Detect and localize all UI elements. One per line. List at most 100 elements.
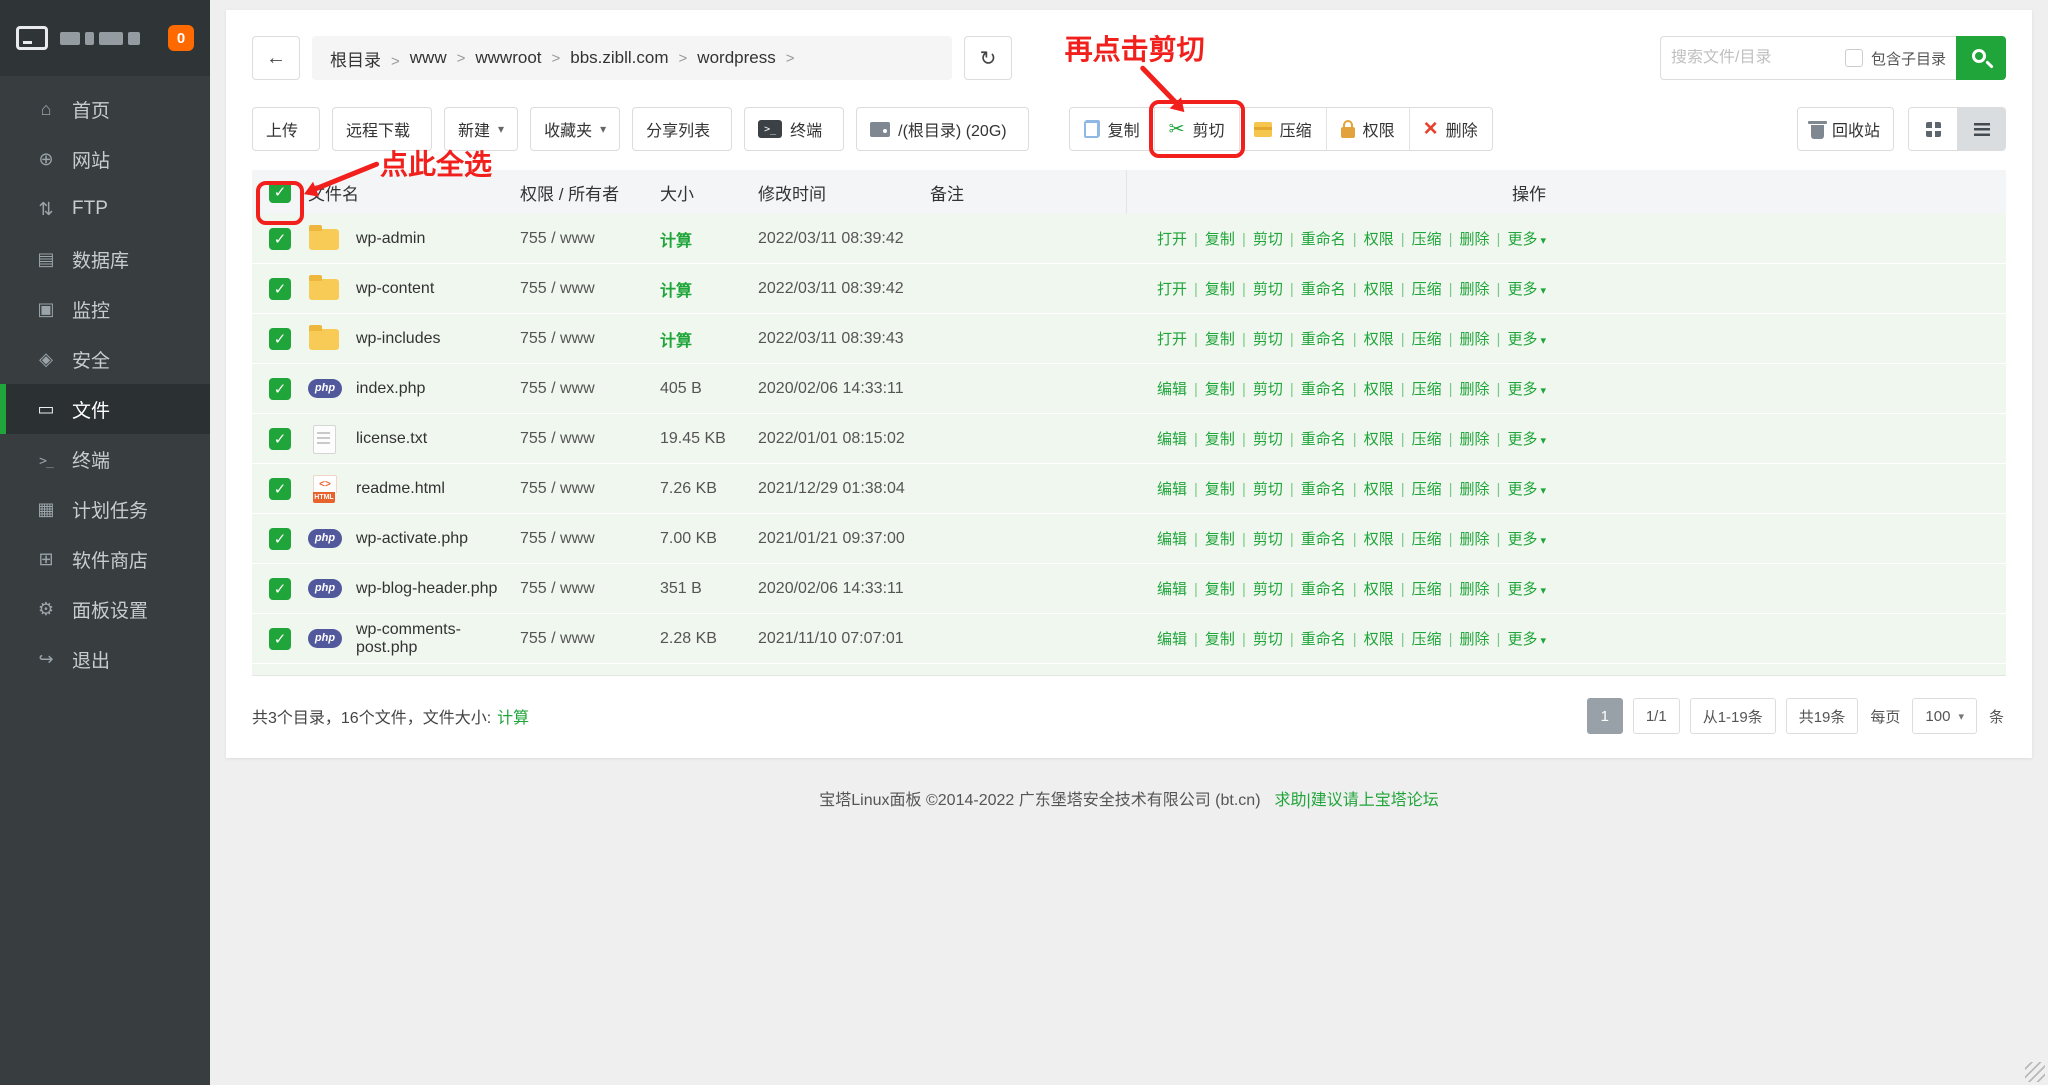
file-name[interactable]: wp-content: [356, 280, 434, 298]
row-action-link[interactable]: 打开: [1157, 228, 1187, 249]
row-action-link[interactable]: 删除: [1442, 328, 1490, 349]
file-action-button[interactable]: 剪切 再点击剪切: [1154, 108, 1239, 150]
row-action-link[interactable]: 压缩: [1394, 578, 1442, 599]
row-action-link[interactable]: 权限: [1346, 378, 1394, 399]
row-action-link[interactable]: 剪切: [1235, 328, 1283, 349]
message-count-badge[interactable]: 0: [168, 25, 194, 51]
sidebar-item[interactable]: 安全: [0, 334, 210, 384]
row-action-link[interactable]: 权限: [1346, 528, 1394, 549]
file-action-button[interactable]: 复制 再点击剪切: [1070, 108, 1154, 150]
recycle-bin-button[interactable]: 回收站: [1797, 107, 1894, 151]
row-action-link[interactable]: 剪切: [1235, 628, 1283, 649]
row-action-link[interactable]: 编辑: [1157, 578, 1187, 599]
row-checkbox-checked[interactable]: [269, 428, 291, 450]
file-action-button[interactable]: 删除 再点击剪切: [1409, 108, 1492, 150]
row-checkbox-checked[interactable]: [269, 478, 291, 500]
row-action-link[interactable]: 重命名: [1283, 278, 1346, 299]
file-name[interactable]: license.txt: [356, 430, 427, 448]
row-action-link[interactable]: 压缩: [1394, 378, 1442, 399]
row-action-link[interactable]: 权限: [1346, 478, 1394, 499]
row-action-link[interactable]: 压缩: [1394, 528, 1442, 549]
row-action-link[interactable]: 重命名: [1283, 378, 1346, 399]
breadcrumb-item[interactable]: 根目录: [330, 46, 400, 71]
row-action-link[interactable]: 复制: [1187, 628, 1235, 649]
back-button[interactable]: ←: [252, 36, 300, 80]
row-action-link[interactable]: 编辑: [1157, 628, 1187, 649]
row-action-link[interactable]: 更多: [1490, 628, 1546, 649]
row-checkbox-checked[interactable]: [269, 528, 291, 550]
breadcrumb-item[interactable]: bbs.zibll.com: [570, 48, 687, 68]
file-size[interactable]: 405 B: [660, 380, 758, 398]
sidebar-item[interactable]: 数据库: [0, 234, 210, 284]
toolbar-button[interactable]: 上传: [252, 107, 320, 151]
pagination-current-page[interactable]: 1: [1587, 698, 1623, 734]
toolbar-button[interactable]: /(根目录) (20G): [856, 107, 1028, 151]
row-action-link[interactable]: 重命名: [1283, 328, 1346, 349]
row-action-link[interactable]: 更多: [1490, 478, 1546, 499]
row-action-link[interactable]: 删除: [1442, 578, 1490, 599]
resize-grip[interactable]: [2025, 1062, 2045, 1082]
row-action-link[interactable]: 编辑: [1157, 528, 1187, 549]
toolbar-button[interactable]: 终端: [744, 107, 844, 151]
breadcrumb-item[interactable]: wwwroot: [475, 48, 560, 68]
file-size[interactable]: 计算: [660, 227, 758, 251]
row-action-link[interactable]: 删除: [1442, 428, 1490, 449]
row-action-link[interactable]: 更多: [1490, 428, 1546, 449]
row-action-link[interactable]: 重命名: [1283, 478, 1346, 499]
row-action-link[interactable]: 重命名: [1283, 428, 1346, 449]
row-action-link[interactable]: 压缩: [1394, 628, 1442, 649]
row-checkbox-checked[interactable]: [269, 328, 291, 350]
row-action-link[interactable]: 重命名: [1283, 628, 1346, 649]
row-action-link[interactable]: 删除: [1442, 228, 1490, 249]
file-name[interactable]: index.php: [356, 380, 425, 398]
file-name[interactable]: wp-admin: [356, 230, 425, 248]
sidebar-item[interactable]: 软件商店: [0, 534, 210, 584]
row-action-link[interactable]: 压缩: [1394, 328, 1442, 349]
file-name[interactable]: wp-includes: [356, 330, 440, 348]
row-action-link[interactable]: 权限: [1346, 278, 1394, 299]
row-action-link[interactable]: 删除: [1442, 278, 1490, 299]
select-all-checkbox[interactable]: [269, 181, 291, 203]
row-action-link[interactable]: 重命名: [1283, 528, 1346, 549]
row-action-link[interactable]: 打开: [1157, 278, 1187, 299]
row-checkbox-checked[interactable]: [269, 378, 291, 400]
calc-size-link[interactable]: 计算: [497, 710, 529, 727]
row-action-link[interactable]: 剪切: [1235, 278, 1283, 299]
row-action-link[interactable]: 更多: [1490, 528, 1546, 549]
file-name[interactable]: wp-comments-post.php: [356, 621, 520, 657]
file-size[interactable]: 351 B: [660, 580, 758, 598]
sidebar-item[interactable]: 计划任务: [0, 484, 210, 534]
search-input[interactable]: [1671, 49, 1837, 67]
file-size[interactable]: 计算: [660, 327, 758, 351]
row-action-link[interactable]: 剪切: [1235, 428, 1283, 449]
toolbar-button[interactable]: 收藏夹 ▾: [530, 107, 620, 151]
row-action-link[interactable]: 压缩: [1394, 428, 1442, 449]
sidebar-item[interactable]: 首页: [0, 84, 210, 134]
file-name[interactable]: readme.html: [356, 480, 445, 498]
row-action-link[interactable]: 权限: [1346, 628, 1394, 649]
row-action-link[interactable]: 更多: [1490, 328, 1546, 349]
row-action-link[interactable]: 复制: [1187, 478, 1235, 499]
row-action-link[interactable]: 删除: [1442, 628, 1490, 649]
include-subdir-checkbox[interactable]: [1845, 49, 1863, 67]
row-action-link[interactable]: 复制: [1187, 528, 1235, 549]
row-action-link[interactable]: 剪切: [1235, 228, 1283, 249]
file-size[interactable]: 计算: [660, 277, 758, 301]
sidebar-item[interactable]: FTP: [0, 184, 210, 234]
list-view-button[interactable]: [1957, 108, 2005, 150]
row-action-link[interactable]: 重命名: [1283, 228, 1346, 249]
row-action-link[interactable]: 更多: [1490, 578, 1546, 599]
row-action-link[interactable]: 压缩: [1394, 228, 1442, 249]
row-action-link[interactable]: 复制: [1187, 378, 1235, 399]
row-action-link[interactable]: 更多: [1490, 378, 1546, 399]
toolbar-button[interactable]: 分享列表: [632, 107, 732, 151]
file-size[interactable]: 2.28 KB: [660, 630, 758, 648]
sidebar-item[interactable]: 终端: [0, 434, 210, 484]
row-action-link[interactable]: 删除: [1442, 478, 1490, 499]
row-action-link[interactable]: 复制: [1187, 278, 1235, 299]
row-action-link[interactable]: 打开: [1157, 328, 1187, 349]
breadcrumb-item[interactable]: www: [410, 48, 466, 68]
breadcrumb-item[interactable]: wordpress: [697, 48, 794, 68]
row-checkbox-checked[interactable]: [269, 228, 291, 250]
row-action-link[interactable]: 编辑: [1157, 378, 1187, 399]
